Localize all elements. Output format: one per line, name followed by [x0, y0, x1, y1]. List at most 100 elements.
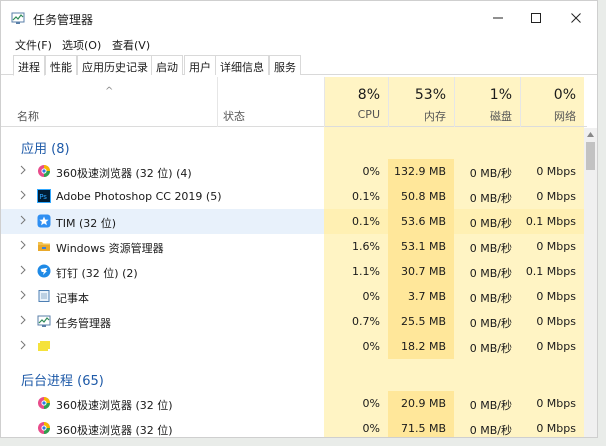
- cpu-label: CPU: [357, 108, 380, 121]
- tab-app-history[interactable]: 应用历史记录: [77, 55, 153, 75]
- net-value: 0 Mbps: [520, 416, 584, 437]
- net-value: 0 Mbps: [520, 309, 584, 334]
- disk-value: 0 MB/秒: [454, 391, 520, 416]
- chevron-right-icon[interactable]: [19, 190, 27, 200]
- group-background[interactable]: 后台进程 (65): [21, 370, 104, 389]
- table-row[interactable]: Windows 资源管理器 1.6% 53.1 MB 0 MB/秒 0 Mbps: [1, 234, 587, 259]
- cpu-value: 0.1%: [324, 184, 388, 209]
- tab-services[interactable]: 服务: [269, 55, 301, 75]
- table-row[interactable]: 钉钉 (32 位) (2) 1.1% 30.7 MB 0 MB/秒 0.1 Mb…: [1, 259, 587, 284]
- disk-column-header[interactable]: 1% 磁盘: [454, 77, 520, 127]
- close-button[interactable]: [565, 7, 587, 29]
- tab-performance[interactable]: 性能: [45, 55, 77, 75]
- cpu-value: 0%: [324, 159, 388, 184]
- net-column-header[interactable]: 0% 网络: [520, 77, 584, 127]
- disk-value: 0 MB/秒: [454, 284, 520, 309]
- chevron-right-icon[interactable]: [19, 240, 27, 250]
- net-value: 0 Mbps: [520, 184, 584, 209]
- title-bar: 任务管理器: [1, 1, 597, 35]
- chevron-right-icon[interactable]: [19, 265, 27, 275]
- notepad-icon: [38, 290, 50, 302]
- sort-arrow-icon[interactable]: ^: [105, 86, 113, 97]
- folder-icon: [38, 242, 50, 251]
- status-column-header[interactable]: [217, 77, 324, 127]
- disk-value: 0 MB/秒: [454, 159, 520, 184]
- net-total: 0%: [553, 87, 576, 103]
- vertical-scrollbar[interactable]: [584, 128, 597, 437]
- menu-options[interactable]: 选项(O): [62, 37, 101, 53]
- disk-total: 1%: [489, 87, 512, 103]
- disk-value: 0 MB/秒: [454, 309, 520, 334]
- process-name: 任务管理器: [56, 317, 111, 330]
- table-row[interactable]: TIM (32 位) 0.1% 53.6 MB 0 MB/秒 0.1 Mbps: [1, 209, 587, 234]
- cpu-value: 0%: [324, 391, 388, 416]
- net-value: 0 Mbps: [520, 334, 584, 359]
- net-value: 0 Mbps: [520, 391, 584, 416]
- cpu-column-header[interactable]: 8% CPU: [324, 77, 388, 127]
- minimize-button[interactable]: [487, 7, 509, 29]
- tim-icon: [37, 214, 51, 228]
- chevron-right-icon[interactable]: [19, 290, 27, 300]
- task-manager-icon: [11, 12, 25, 24]
- column-header: ^ 名称 状态 8% CPU 53% 内存 1% 磁盘 0% 网络: [1, 77, 587, 127]
- chevron-right-icon[interactable]: [19, 315, 27, 325]
- chevron-right-icon[interactable]: [19, 165, 27, 175]
- tab-users[interactable]: 用户: [184, 55, 216, 75]
- net-value: 0.1 Mbps: [520, 209, 584, 234]
- disk-value: 0 MB/秒: [454, 209, 520, 234]
- mem-value: 30.7 MB: [388, 259, 454, 284]
- maximize-button[interactable]: [525, 7, 547, 29]
- chevron-right-icon[interactable]: [19, 340, 27, 350]
- menu-file[interactable]: 文件(F): [15, 37, 52, 53]
- table-row[interactable]: 360极速浏览器 (32 位) (4) 0% 132.9 MB 0 MB/秒 0…: [1, 159, 587, 184]
- disk-value: 0 MB/秒: [454, 259, 520, 284]
- mem-value: 71.5 MB: [388, 416, 454, 437]
- table-row[interactable]: 0% 18.2 MB 0 MB/秒 0 Mbps: [1, 334, 587, 359]
- mem-column-header[interactable]: 53% 内存: [388, 77, 454, 127]
- chevron-right-icon[interactable]: [19, 215, 27, 225]
- disk-value: 0 MB/秒: [454, 184, 520, 209]
- menu-view[interactable]: 查看(V): [112, 37, 150, 53]
- mem-value: 3.7 MB: [388, 284, 454, 309]
- process-name: 360极速浏览器 (32 位): [56, 399, 173, 412]
- cpu-value: 0%: [324, 416, 388, 437]
- process-name: Windows 资源管理器: [56, 242, 164, 255]
- table-row[interactable]: 任务管理器 0.7% 25.5 MB 0 MB/秒 0 Mbps: [1, 309, 587, 334]
- tab-startup[interactable]: 启动: [151, 55, 183, 75]
- process-name: Adobe Photoshop CC 2019 (5): [56, 190, 222, 203]
- menu-bar: 文件(F) 选项(O) 查看(V): [1, 35, 597, 53]
- scroll-up-arrow-icon[interactable]: [584, 128, 597, 141]
- process-name: 钉钉 (32 位) (2): [56, 267, 138, 280]
- table-row[interactable]: 360极速浏览器 (32 位) 0% 71.5 MB 0 MB/秒 0 Mbps: [1, 416, 587, 437]
- table-row[interactable]: 360极速浏览器 (32 位) 0% 20.9 MB 0 MB/秒 0 Mbps: [1, 391, 587, 416]
- process-list: 应用 (8) 360极速浏览器 (32 位) (4) 0% 132.9 MB 0…: [1, 128, 587, 437]
- net-label: 网络: [554, 110, 576, 123]
- disk-value: 0 MB/秒: [454, 416, 520, 437]
- mem-value: 53.1 MB: [388, 234, 454, 259]
- tab-details[interactable]: 详细信息: [215, 55, 269, 75]
- browser-360-icon: [38, 397, 50, 409]
- browser-360-icon: [38, 422, 50, 434]
- net-value: 0 Mbps: [520, 284, 584, 309]
- header-name[interactable]: 名称: [17, 108, 39, 124]
- tab-bar: 进程 性能 应用历史记录 启动 用户 详细信息 服务: [1, 55, 597, 76]
- process-name: 360极速浏览器 (32 位) (4): [56, 167, 192, 180]
- mem-value: 25.5 MB: [388, 309, 454, 334]
- table-row[interactable]: Ps Adobe Photoshop CC 2019 (5) 0.1% 50.8…: [1, 184, 587, 209]
- maximize-icon: [531, 13, 541, 23]
- photoshop-icon: Ps: [37, 189, 51, 203]
- table-row[interactable]: 记事本 0% 3.7 MB 0 MB/秒 0 Mbps: [1, 284, 587, 309]
- cpu-value: 1.1%: [324, 259, 388, 284]
- mem-value: 53.6 MB: [388, 209, 454, 234]
- process-name: TIM (32 位): [56, 217, 117, 230]
- browser-360-icon: [38, 165, 50, 177]
- mem-value: 18.2 MB: [388, 334, 454, 359]
- cpu-value: 0%: [324, 284, 388, 309]
- tab-processes[interactable]: 进程: [13, 55, 45, 76]
- cpu-value: 0.1%: [324, 209, 388, 234]
- scroll-thumb[interactable]: [586, 142, 595, 170]
- minimize-icon: [493, 17, 503, 19]
- group-apps[interactable]: 应用 (8): [21, 138, 70, 157]
- mem-label: 内存: [424, 110, 446, 123]
- svg-text:Ps: Ps: [39, 193, 47, 201]
